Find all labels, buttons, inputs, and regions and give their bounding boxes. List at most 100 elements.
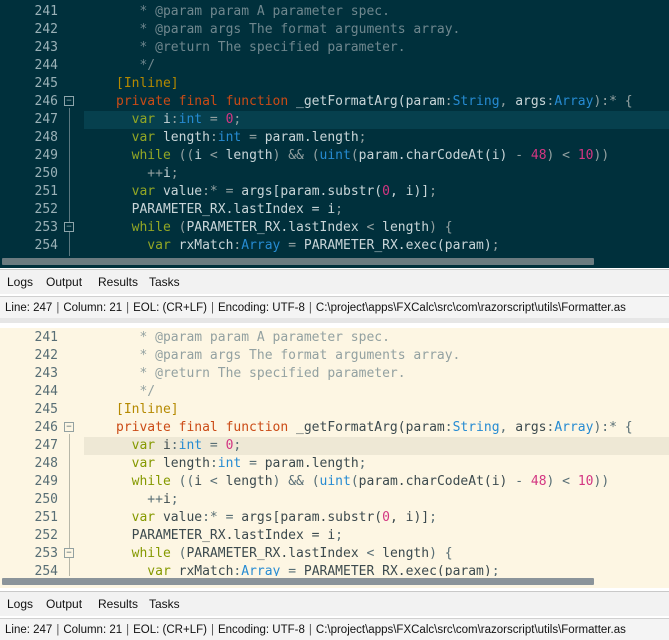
current-line[interactable]: 247 var i:int = 0; — [0, 111, 669, 129]
line-number: 249 — [34, 474, 58, 489]
code-line[interactable]: 241 * @param param A parameter spec. — [0, 3, 669, 21]
code-token: length — [382, 546, 430, 561]
code-line[interactable]: 253− while (PARAMETER_RX.lastIndex < len… — [0, 545, 669, 563]
code-token: rxMatch — [178, 238, 234, 253]
code-token: )) — [593, 474, 610, 489]
code-line[interactable]: 244 */ — [0, 57, 669, 75]
code-text: private final function _getFormatArg(par… — [116, 419, 633, 437]
fold-toggle-icon[interactable]: − — [64, 422, 74, 432]
code-line[interactable]: 246− private final function _getFormatArg… — [0, 93, 669, 111]
code-token: : — [444, 420, 453, 435]
fold-toggle-icon[interactable]: − — [64, 222, 74, 232]
code-token: - — [507, 148, 531, 163]
code-line[interactable]: 251 var value:* = args[param.substr(0, i… — [0, 509, 669, 527]
tab-output[interactable]: Output — [46, 270, 82, 294]
code-token: value — [162, 184, 203, 199]
code-line[interactable]: 241 * @param param A parameter spec. — [0, 329, 669, 347]
tab-results[interactable]: Results — [98, 270, 138, 294]
code-token: * @param param A parameter spec. — [116, 330, 390, 345]
code-token: , i)] — [389, 184, 430, 199]
code-token: var — [116, 438, 163, 453]
code-editor-dark[interactable]: 241 * @param param A parameter spec. 242 … — [0, 0, 669, 256]
code-token: ; — [429, 510, 437, 525]
code-text: private final function _getFormatArg(par… — [116, 93, 633, 111]
code-line[interactable]: 246− private final function _getFormatArg… — [0, 419, 669, 437]
code-token: */ — [116, 384, 156, 399]
code-line[interactable]: 253− while (PARAMETER_RX.lastIndex < len… — [0, 219, 669, 237]
code-text: * @param param A parameter spec. — [116, 329, 390, 347]
code-text: var length:int = param.length; — [116, 129, 367, 147]
code-token: * @return The specified parameter. — [116, 366, 406, 381]
code-token: , — [499, 94, 516, 109]
code-token: - — [507, 474, 531, 489]
code-line[interactable]: 243 * @return The specified parameter. — [0, 39, 669, 57]
code-text: * @param param A parameter spec. — [116, 3, 389, 21]
fold-toggle-icon[interactable]: − — [64, 548, 74, 558]
code-token: PARAMETER_RX.lastIndex = i — [116, 202, 336, 217]
code-line[interactable]: 254 var rxMatch:Array = PARAMETER_RX.exe… — [0, 237, 669, 255]
code-token: int — [178, 112, 203, 127]
tab-logs[interactable]: Logs — [7, 270, 33, 294]
code-text: PARAMETER_RX.lastIndex = i; — [116, 527, 343, 545]
code-line[interactable]: 252 PARAMETER_RX.lastIndex = i; — [0, 201, 669, 219]
code-token: PARAMETER_RX.lastIndex — [186, 546, 359, 561]
tab-logs[interactable]: Logs — [7, 592, 33, 616]
code-token: 10 — [577, 474, 594, 489]
status-eol: EOL: (CR+LF) — [133, 302, 207, 314]
code-line[interactable]: 244 */ — [0, 383, 669, 401]
status-bar: Line: 247 | Column: 21 | EOL: (CR+LF) | Encodi… — [0, 618, 669, 640]
code-token: args — [515, 94, 547, 109]
horizontal-scrollbar[interactable] — [0, 256, 669, 268]
code-line[interactable]: 249 while ((i < length) && (uint(param.c… — [0, 147, 669, 165]
current-line[interactable]: 247 var i:int = 0; — [0, 437, 669, 455]
line-number: 244 — [34, 384, 58, 399]
scrollbar-thumb[interactable] — [2, 258, 594, 265]
code-token: _getFormatArg( — [296, 420, 406, 435]
code-line[interactable]: 248 var length:int = param.length; — [0, 455, 669, 473]
horizontal-scrollbar[interactable] — [0, 576, 669, 588]
code-token: (( — [178, 474, 195, 489]
code-line[interactable]: 250 ++i; — [0, 491, 669, 509]
code-token: PARAMETER_RX.lastIndex — [186, 220, 359, 235]
code-line[interactable]: 243 * @return The specified parameter. — [0, 365, 669, 383]
code-line[interactable]: 250 ++i; — [0, 165, 669, 183]
fold-toggle-icon[interactable]: − — [64, 96, 74, 106]
code-token: private final function — [116, 94, 297, 109]
code-token: param.length — [264, 456, 359, 471]
line-number: 251 — [34, 510, 58, 525]
code-token: length — [225, 474, 273, 489]
code-line[interactable]: 251 var value:* = args[param.substr(0, i… — [0, 183, 669, 201]
code-token: < — [202, 474, 226, 489]
code-text: var length:int = param.length; — [116, 455, 367, 473]
code-line[interactable]: 249 while ((i < length) && (uint(param.c… — [0, 473, 669, 491]
line-number: 243 — [34, 366, 58, 381]
tab-tasks[interactable]: Tasks — [149, 592, 180, 616]
code-line[interactable]: 242 * @param args The format arguments a… — [0, 21, 669, 39]
code-line[interactable]: 248 var length:int = param.length; — [0, 129, 669, 147]
code-line[interactable]: 242 * @param args The format arguments a… — [0, 347, 669, 365]
code-token: var — [116, 456, 163, 471]
tab-output[interactable]: Output — [46, 592, 82, 616]
code-token: int — [178, 438, 203, 453]
code-token: Array — [241, 238, 281, 253]
status-line: Line: 247 — [5, 624, 53, 636]
code-token: ; — [170, 166, 179, 181]
code-editor-light[interactable]: 241 * @param param A parameter spec. 242 … — [0, 328, 669, 579]
code-line[interactable]: 245 [Inline] — [0, 401, 669, 419]
code-token: i — [162, 438, 171, 453]
tab-tasks[interactable]: Tasks — [149, 270, 180, 294]
code-token: ) { — [429, 546, 453, 561]
status-eol: EOL: (CR+LF) — [133, 624, 207, 636]
code-text: var value:* = args[param.substr(0, i)]; — [116, 509, 437, 527]
code-token: [Inline] — [116, 76, 179, 91]
code-token: var — [116, 184, 163, 199]
code-token: args[param.substr( — [241, 184, 383, 199]
tab-results[interactable]: Results — [98, 592, 138, 616]
line-number: 242 — [34, 22, 58, 37]
code-token: length — [162, 456, 210, 471]
code-token: length — [225, 148, 273, 163]
code-line[interactable]: 252 PARAMETER_RX.lastIndex = i; — [0, 527, 669, 545]
scrollbar-thumb[interactable] — [2, 578, 594, 585]
code-line[interactable]: 245 [Inline] — [0, 75, 669, 93]
code-token: ; — [491, 238, 500, 253]
